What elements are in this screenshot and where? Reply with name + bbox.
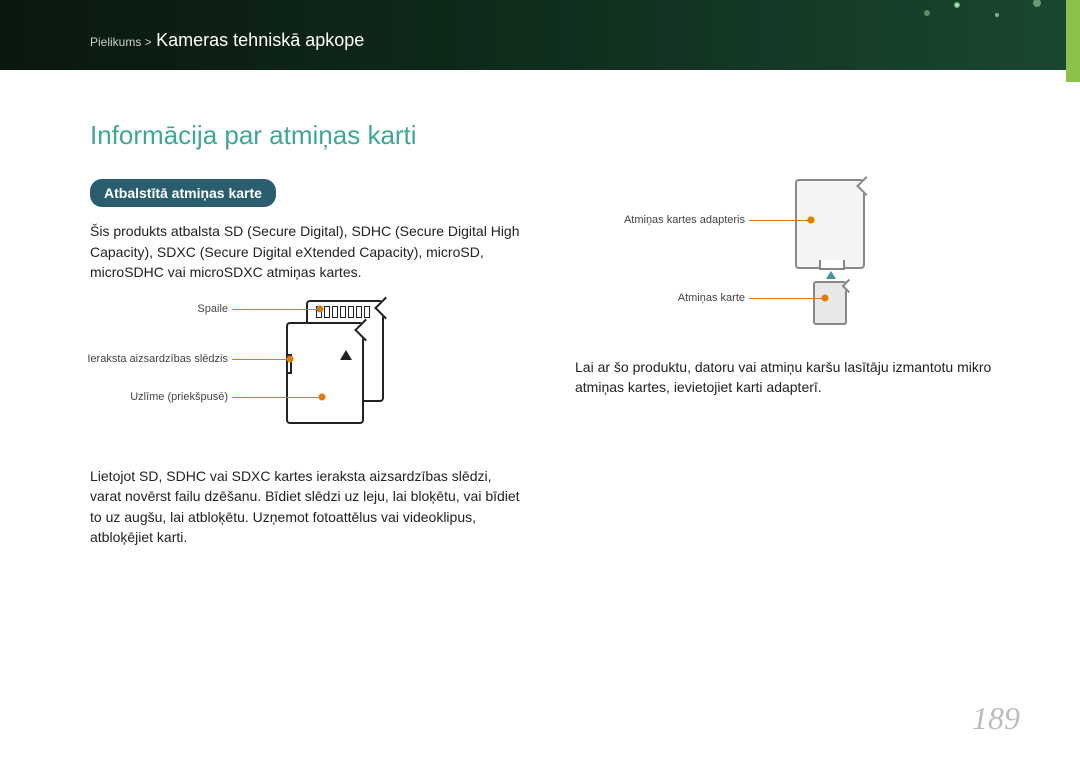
microsd-shape: [813, 281, 847, 325]
diagram-label-card: Atmiņas karte: [655, 291, 745, 307]
right-paragraph-1: Lai ar šo produktu, datoru vai atmiņu ka…: [575, 357, 1010, 398]
side-tab: [1066, 0, 1080, 82]
page-content: Informācija par atmiņas karti Atbalstītā…: [90, 120, 1010, 563]
diagram-label-front: Uzlīme (priekšpusē): [120, 390, 228, 406]
adapter-diagram: Atmiņas kartes adapteris Atmiņas karte: [575, 179, 1010, 339]
breadcrumb-prefix: Pielikums >: [90, 35, 152, 49]
page-number: 189: [972, 700, 1020, 737]
diagram-label-wp: Ieraksta aizsardzības slēdzis: [80, 352, 228, 368]
left-paragraph-1: Šis produkts atbalsta SD (Secure Digital…: [90, 221, 525, 282]
breadcrumb-bar: Pielikums > Kameras tehniskā apkope: [0, 22, 1080, 70]
arrow-up-icon: [826, 271, 836, 279]
sd-card-diagram: Spaile Ieraksta aizsardzības slēdzis Uzl…: [90, 298, 525, 448]
top-banner: [0, 0, 1080, 22]
diagram-label-terminal: Spaile: [160, 302, 228, 318]
section-title: Informācija par atmiņas karti: [90, 120, 1010, 151]
breadcrumb-title: Kameras tehniskā apkope: [156, 30, 364, 50]
subsection-pill: Atbalstītā atmiņas karte: [90, 179, 276, 207]
left-paragraph-2: Lietojot SD, SDHC vai SDXC kartes ieraks…: [90, 466, 525, 547]
diagram-label-adapter: Atmiņas kartes adapteris: [615, 213, 745, 229]
adapter-shape: [795, 179, 865, 269]
right-column: Atmiņas kartes adapteris Atmiņas karte L…: [575, 179, 1010, 563]
left-column: Atbalstītā atmiņas karte Šis produkts at…: [90, 179, 525, 563]
